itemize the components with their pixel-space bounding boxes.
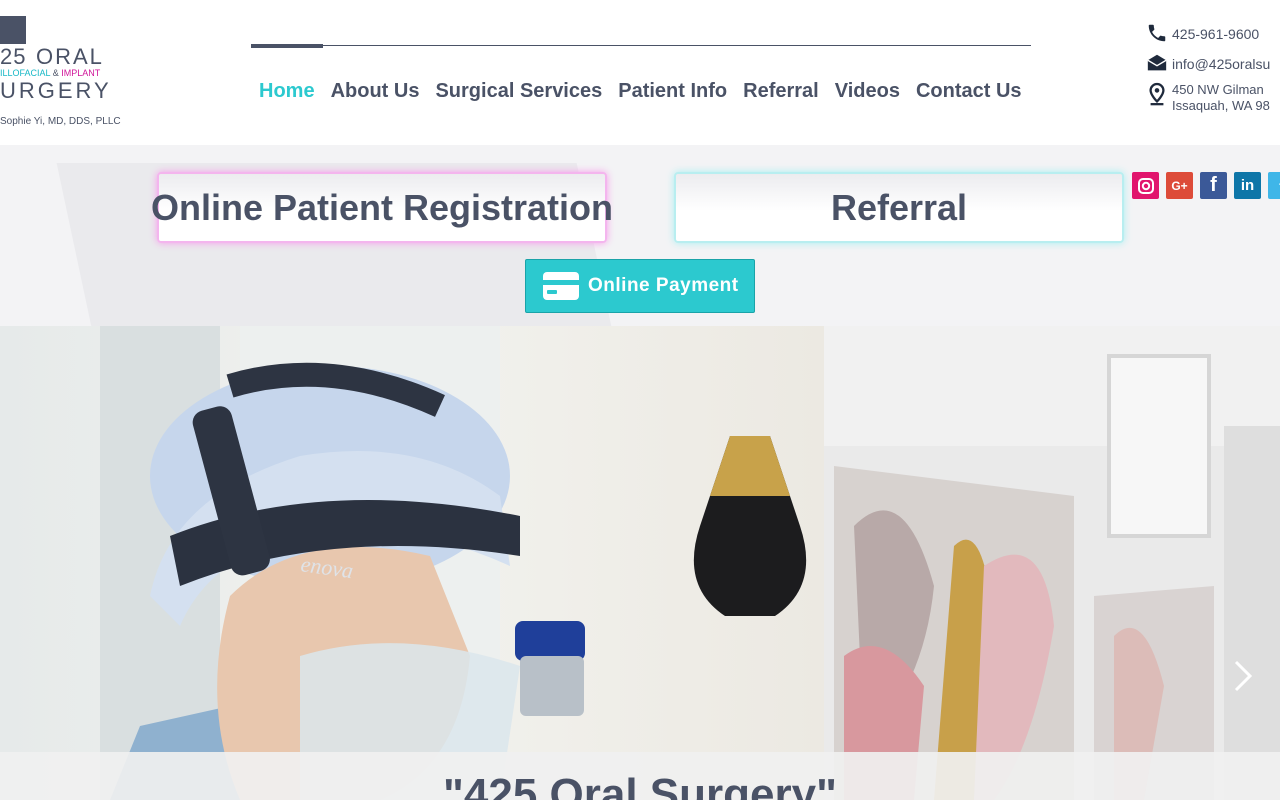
credit-card-icon	[543, 272, 579, 300]
google-plus-icon[interactable]: G+	[1166, 172, 1193, 199]
nav-item-referral[interactable]: Referral	[735, 78, 827, 106]
logo-surgery-text: URGERY	[0, 78, 112, 103]
online-patient-registration-button[interactable]: Online Patient Registration	[151, 172, 613, 243]
nav-divider	[251, 45, 1031, 46]
logo-subtitle: ILLOFACIAL & IMPLANT	[0, 68, 100, 78]
referral-label: Referral	[830, 186, 968, 228]
map-pin-icon	[1146, 82, 1172, 106]
facebook-icon[interactable]: f	[1200, 172, 1227, 199]
nav-item-contact-us[interactable]: Contact Us	[908, 78, 1030, 106]
chevron-right-icon	[1234, 660, 1253, 692]
contact-address-line2: Issaquah, WA 98	[1172, 98, 1270, 113]
logo-oral-text: ORAL	[36, 44, 104, 69]
office-illustration	[824, 326, 1280, 800]
site-header: 25 ORAL ILLOFACIAL & IMPLANT URGERY Soph…	[0, 0, 1280, 145]
registration-label: Online Patient Registration	[150, 186, 614, 228]
nav-item-about-us[interactable]: About Us	[323, 78, 428, 106]
contact-info: 425-961-9600 info@425oralsu 450 NW Gilma…	[1146, 22, 1280, 122]
contact-email-row[interactable]: info@425oralsu	[1146, 52, 1280, 74]
contact-address-line1: 450 NW Gilman	[1172, 82, 1264, 97]
logo-doctor-name: Sophie Yi, MD, DDS, PLLC	[0, 116, 121, 127]
envelope-icon	[1146, 52, 1172, 74]
payment-label: Online Payment	[588, 275, 739, 296]
referral-button[interactable]: Referral	[674, 172, 1124, 243]
contact-address-row[interactable]: 450 NW Gilman Issaquah, WA 98	[1146, 82, 1280, 114]
site-logo[interactable]: 25 ORAL ILLOFACIAL & IMPLANT URGERY Soph…	[0, 14, 140, 127]
nav-active-indicator	[251, 44, 323, 48]
logo-number: 25	[0, 44, 27, 69]
nav-item-patient-info[interactable]: Patient Info	[610, 78, 735, 106]
hero-caption-band: "425 Oral Surgery"	[0, 752, 1280, 800]
instagram-icon[interactable]	[1132, 172, 1159, 199]
nav-item-surgical-services[interactable]: Surgical Services	[427, 78, 610, 106]
slider-next-arrow[interactable]	[1228, 656, 1258, 696]
online-payment-button[interactable]: Online Payment	[525, 259, 755, 313]
social-links: G+ f in t	[1132, 172, 1280, 199]
hero-image-surgeon: enova	[0, 326, 824, 800]
nav-item-home[interactable]: Home	[251, 78, 323, 106]
nav-item-videos[interactable]: Videos	[827, 78, 908, 106]
phone-icon	[1146, 22, 1172, 44]
logo-sub-amp: &	[50, 68, 62, 78]
logo-mark	[0, 16, 26, 44]
contact-phone-row[interactable]: 425-961-9600	[1146, 22, 1280, 44]
main-nav: Home About Us Surgical Services Patient …	[251, 78, 1030, 106]
surgeon-illustration: enova	[0, 326, 824, 800]
twitter-icon[interactable]: t	[1268, 172, 1280, 199]
action-band: Online Patient Registration Referral Onl…	[0, 145, 1280, 326]
hero-caption: "425 Oral Surgery"	[443, 770, 837, 800]
logo-sub-maxillofacial: ILLOFACIAL	[0, 68, 51, 78]
contact-email[interactable]: info@425oralsu	[1172, 52, 1270, 72]
linkedin-icon[interactable]: in	[1234, 172, 1261, 199]
logo-sub-implant: IMPLANT	[61, 68, 101, 78]
hero-image-office	[824, 326, 1280, 800]
contact-phone[interactable]: 425-961-9600	[1172, 22, 1259, 42]
